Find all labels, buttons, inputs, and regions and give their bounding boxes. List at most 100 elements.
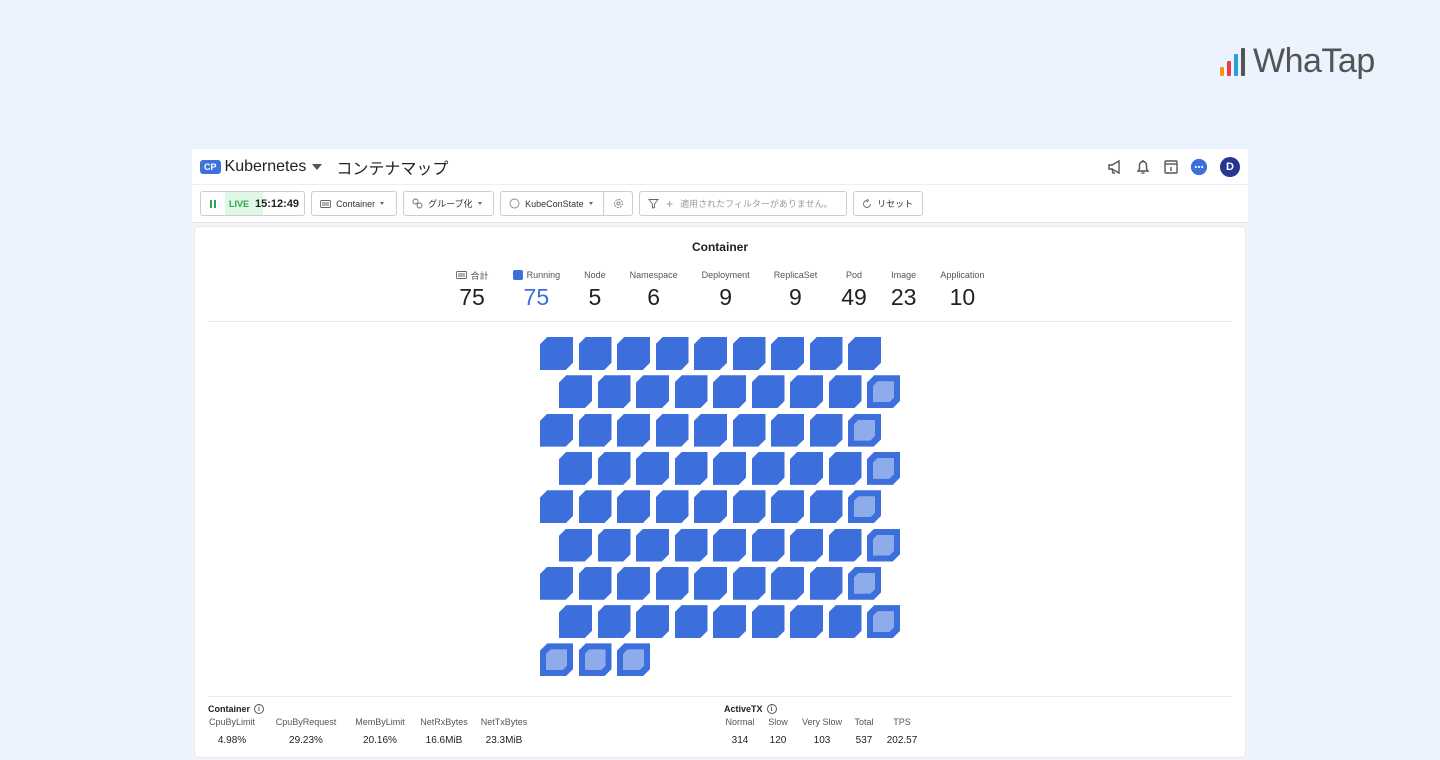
container-cell[interactable]	[790, 528, 823, 562]
container-cell[interactable]	[713, 451, 746, 485]
container-cell[interactable]	[540, 337, 573, 370]
container-cell[interactable]	[559, 375, 592, 409]
container-cell[interactable]	[809, 413, 843, 447]
container-cell[interactable]	[713, 375, 746, 409]
stat-running[interactable]: Running 75	[501, 269, 573, 311]
container-cell[interactable]	[867, 528, 900, 562]
container-cell[interactable]	[655, 490, 689, 524]
container-cell[interactable]	[713, 605, 746, 639]
product-badge: CP	[200, 159, 221, 174]
container-cell[interactable]	[867, 451, 900, 485]
container-cell[interactable]	[655, 413, 689, 447]
container-cell[interactable]	[732, 566, 766, 600]
container-cell[interactable]	[867, 375, 900, 409]
container-cell[interactable]	[848, 490, 881, 524]
group-dropdown[interactable]: グループ化	[403, 191, 495, 216]
product-selector[interactable]: CP Kubernetes	[200, 158, 336, 176]
container-cell[interactable]	[751, 375, 785, 409]
container-cell[interactable]	[674, 605, 708, 639]
container-cell[interactable]	[751, 528, 785, 562]
container-cell[interactable]	[597, 605, 631, 639]
container-cell[interactable]	[828, 451, 862, 485]
object-type-dropdown[interactable]: Container	[311, 191, 398, 216]
filter-field[interactable]: + 適用されたフィルターがありません。	[639, 191, 848, 216]
container-cell[interactable]	[848, 337, 881, 370]
activetx-metrics: ActiveTX i Normal 314 Slow 120 Very Slow 10…	[724, 703, 920, 746]
container-cell[interactable]	[809, 566, 843, 600]
container-cell[interactable]	[559, 605, 592, 639]
container-cell[interactable]	[655, 566, 689, 600]
container-cell[interactable]	[578, 413, 612, 447]
container-cell[interactable]	[694, 337, 727, 370]
megaphone-icon[interactable]	[1106, 158, 1124, 176]
info-icon[interactable]: i	[254, 704, 265, 714]
container-cell[interactable]	[617, 413, 650, 447]
container-cell[interactable]	[771, 566, 804, 600]
container-cell[interactable]	[636, 528, 669, 562]
container-cell[interactable]	[828, 528, 862, 562]
container-cell[interactable]	[694, 490, 727, 524]
container-cell[interactable]	[540, 413, 573, 447]
container-cell[interactable]	[597, 528, 631, 562]
container-cell[interactable]	[636, 375, 669, 409]
container-cell[interactable]	[559, 451, 592, 485]
stat-value: 6	[647, 284, 661, 310]
container-cell[interactable]	[674, 375, 708, 409]
container-cell[interactable]	[540, 566, 573, 600]
container-cell[interactable]	[617, 490, 650, 524]
avatar[interactable]: D	[1220, 156, 1240, 177]
pause-icon[interactable]	[201, 192, 225, 215]
container-cell[interactable]	[713, 528, 746, 562]
container-cell[interactable]	[694, 413, 727, 447]
container-cell[interactable]	[790, 451, 823, 485]
container-cell[interactable]	[809, 337, 843, 370]
calendar-icon[interactable]	[1162, 158, 1180, 176]
state-dropdown[interactable]: KubeConState	[501, 192, 603, 215]
container-cell[interactable]	[578, 566, 612, 600]
container-cell[interactable]	[848, 413, 881, 447]
container-cell[interactable]	[540, 643, 573, 677]
container-cell[interactable]	[751, 451, 785, 485]
container-cell[interactable]	[790, 605, 823, 639]
container-cell[interactable]	[655, 337, 689, 370]
container-cell[interactable]	[578, 643, 612, 677]
container-cell[interactable]	[578, 337, 612, 370]
live-control[interactable]: LIVE 15:12:49	[200, 191, 306, 216]
bell-icon[interactable]	[1134, 158, 1152, 176]
container-cell[interactable]	[828, 375, 862, 409]
container-cell[interactable]	[617, 337, 650, 370]
container-cell[interactable]	[597, 375, 631, 409]
container-cell[interactable]	[809, 490, 843, 524]
container-cell[interactable]	[828, 605, 862, 639]
container-cell[interactable]	[636, 451, 669, 485]
container-cell[interactable]	[540, 490, 573, 524]
container-cell[interactable]	[617, 643, 650, 677]
container-cell[interactable]	[771, 490, 804, 524]
chat-icon[interactable]	[1190, 158, 1208, 176]
info-icon[interactable]: i	[766, 704, 777, 714]
container-cell[interactable]	[597, 451, 631, 485]
container-cell[interactable]	[732, 490, 766, 524]
stat-label: Namespace	[629, 270, 678, 280]
container-cell[interactable]	[674, 451, 708, 485]
group-icon	[412, 198, 423, 209]
reset-button[interactable]: リセット	[853, 191, 924, 216]
container-cell[interactable]	[848, 566, 881, 600]
container-cell[interactable]	[790, 375, 823, 409]
container-cell[interactable]	[771, 337, 804, 370]
container-cell[interactable]	[732, 337, 766, 370]
container-cell[interactable]	[617, 566, 650, 600]
container-cell[interactable]	[578, 490, 612, 524]
summary-stats: 合計 75 Running 75 Node 5 Namespace 6 Depl	[195, 269, 1245, 311]
circle-icon	[509, 198, 520, 209]
stat-total[interactable]: 合計 75	[444, 269, 501, 311]
container-cell[interactable]	[694, 566, 727, 600]
settings-button[interactable]	[604, 192, 632, 215]
container-cell[interactable]	[771, 413, 804, 447]
container-cell[interactable]	[559, 528, 592, 562]
container-cell[interactable]	[751, 605, 785, 639]
container-cell[interactable]	[674, 528, 708, 562]
container-cell[interactable]	[636, 605, 669, 639]
container-cell[interactable]	[732, 413, 766, 447]
container-cell[interactable]	[867, 605, 900, 639]
